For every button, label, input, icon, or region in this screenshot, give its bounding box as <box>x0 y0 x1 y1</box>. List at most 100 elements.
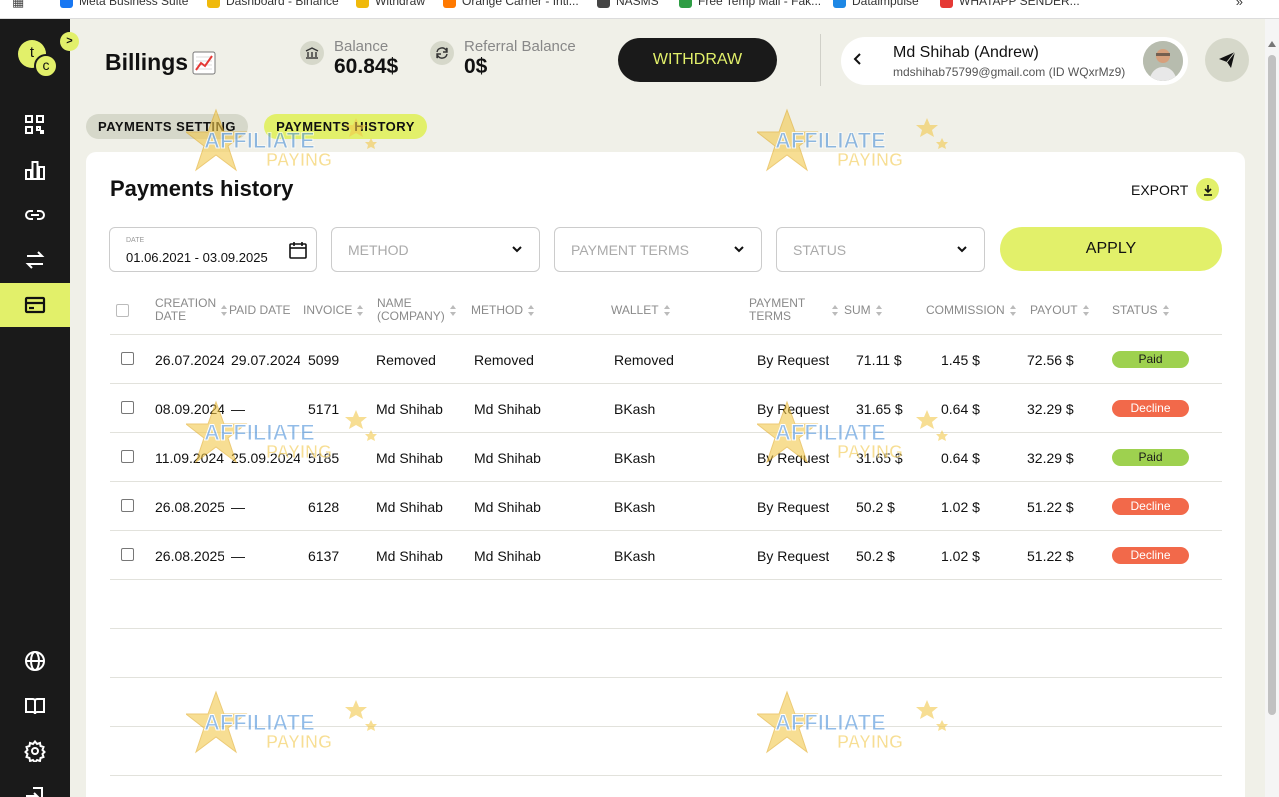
balance-block: Balance 60.84$ <box>300 38 398 79</box>
referral-balance-block: Referral Balance 0$ <box>430 38 576 79</box>
sidebar-item-language[interactable] <box>0 639 70 683</box>
bookmark-item[interactable]: Dashboard - Binance <box>207 0 339 8</box>
calendar-icon[interactable] <box>288 240 308 265</box>
sidebar-item-links[interactable] <box>0 193 70 237</box>
cell-method: Md Shihab <box>474 499 541 515</box>
telegram-button[interactable] <box>1205 38 1249 82</box>
export-button[interactable]: EXPORT <box>1131 178 1220 201</box>
column-header-payment-terms[interactable]: PAYMENT TERMS <box>749 297 839 323</box>
tab-payments-history[interactable]: PAYMENTS HISTORY <box>264 114 427 139</box>
payment-terms-select[interactable]: PAYMENT TERMS <box>554 227 762 272</box>
method-select[interactable]: METHOD <box>331 227 540 272</box>
row-checkbox[interactable] <box>121 401 134 414</box>
column-header-invoice[interactable]: INVOICE <box>303 304 364 317</box>
column-header-sum[interactable]: SUM <box>844 304 883 317</box>
column-header-name-company[interactable]: NAME (COMPANY) <box>377 297 457 323</box>
chevron-down-icon <box>733 242 745 260</box>
table-row: 26.07.2024 29.07.2024 5099 Removed Removed Re… <box>0 335 1279 384</box>
select-all-checkbox[interactable] <box>116 304 129 317</box>
column-header-status[interactable]: STATUS <box>1112 304 1170 317</box>
balance-value: 60.84$ <box>334 55 399 78</box>
column-header-commission[interactable]: COMMISSION <box>926 304 1017 317</box>
cell-commission: 1.02 $ <box>941 499 980 515</box>
sidebar-item-dashboard[interactable] <box>0 103 70 147</box>
row-checkbox[interactable] <box>121 352 134 365</box>
cell-sum: 50.2 $ <box>856 499 895 515</box>
bookmark-label: Meta Business Suite <box>79 0 189 8</box>
logo[interactable]: t c <box>18 40 58 80</box>
date-range-field[interactable]: DATE 01.06.2021 - 03.09.2025 <box>109 227 317 272</box>
sort-icon[interactable] <box>1009 305 1017 316</box>
page-scrollbar[interactable] <box>1265 19 1279 797</box>
column-header-label: WALLET <box>611 304 659 317</box>
apply-button[interactable]: APPLY <box>1000 227 1222 271</box>
chevron-down-icon <box>956 242 968 260</box>
column-header-line: DATE <box>155 309 187 323</box>
sort-icon[interactable] <box>528 305 535 316</box>
grid-icon <box>25 115 44 134</box>
scroll-up-arrow[interactable] <box>1268 41 1276 47</box>
sort-icon[interactable] <box>1162 305 1170 316</box>
column-header-line: PAYOUT <box>1030 303 1078 317</box>
row-checkbox[interactable] <box>121 548 134 561</box>
sidebar-item-logout[interactable] <box>0 774 70 797</box>
sidebar-item-docs[interactable] <box>0 684 70 728</box>
column-header-line: COMMISSION <box>926 303 1005 317</box>
bookmark-item[interactable]: Withdraw <box>356 0 425 8</box>
user-name: Md Shihab (Andrew) <box>893 44 1039 61</box>
cell-name: Md Shihab <box>376 548 443 564</box>
sort-icon[interactable] <box>875 305 883 316</box>
apps-icon[interactable]: ▦ <box>12 0 24 10</box>
column-header-creation-date[interactable]: CREATION DATE <box>155 297 228 323</box>
globe-icon <box>25 651 45 671</box>
sort-icon[interactable] <box>663 305 671 316</box>
sort-icon[interactable] <box>221 304 228 316</box>
cell-wallet: BKash <box>614 548 656 564</box>
sidebar-item-settings[interactable] <box>0 729 70 773</box>
bookmark-item[interactable]: WHATAPP SENDER... <box>940 0 1080 8</box>
column-header-line: TERMS <box>749 309 791 323</box>
column-header-label: PAID DATE <box>229 304 291 317</box>
column-header-wallet[interactable]: WALLET <box>611 304 671 317</box>
column-header-label: PAYOUT <box>1030 304 1078 317</box>
cell-payout: 72.56 $ <box>1027 352 1074 368</box>
column-header-payout[interactable]: PAYOUT <box>1030 304 1090 317</box>
sidebar-toggle-button[interactable]: > <box>60 32 79 51</box>
sort-icon[interactable] <box>1082 305 1090 316</box>
column-header-line: SUM <box>844 303 871 317</box>
column-header-method[interactable]: METHOD <box>471 304 535 317</box>
cell-created: 26.08.2025 <box>155 499 224 515</box>
bookmark-item[interactable]: Meta Business Suite <box>60 0 188 8</box>
tab-payments-setting[interactable]: PAYMENTS SETTING <box>86 114 248 139</box>
bookmark-item[interactable]: Dataimpulse <box>833 0 919 8</box>
avatar[interactable] <box>1143 41 1183 81</box>
withdraw-button[interactable]: WITHDRAW <box>618 38 777 82</box>
sort-icon[interactable] <box>449 304 457 316</box>
sidebar-item-transfers[interactable] <box>0 238 70 282</box>
scrollbar-thumb[interactable] <box>1268 55 1276 715</box>
cell-payout: 32.29 $ <box>1027 450 1074 466</box>
table-divider <box>110 628 1222 629</box>
table-divider <box>110 775 1222 776</box>
bookmark-item[interactable]: Orange Carrier - Intl... <box>443 0 579 8</box>
status-select[interactable]: STATUS <box>776 227 985 272</box>
cell-terms: By Request <box>757 352 830 368</box>
method-placeholder: METHOD <box>348 242 409 258</box>
chevron-left-icon[interactable] <box>851 49 865 72</box>
bookmark-item[interactable]: NASMS <box>597 0 659 8</box>
sidebar-item-billings[interactable] <box>0 283 70 327</box>
sidebar-item-statistics[interactable] <box>0 148 70 192</box>
row-checkbox[interactable] <box>121 499 134 512</box>
bookmark-favicon-icon <box>597 0 610 8</box>
bookmark-favicon-icon <box>443 0 456 8</box>
bookmark-item[interactable]: Free Temp Mail - Fak... <box>679 0 821 8</box>
cell-method: Removed <box>474 352 534 368</box>
sort-icon[interactable] <box>832 304 839 316</box>
cell-commission: 1.45 $ <box>941 352 980 368</box>
gear-icon <box>24 740 46 762</box>
user-card[interactable]: Md Shihab (Andrew) mdshihab75799@gmail.c… <box>841 37 1188 85</box>
sort-icon[interactable] <box>357 305 364 316</box>
row-checkbox[interactable] <box>121 450 134 463</box>
bookmark-label: Dashboard - Binance <box>226 0 339 8</box>
bookmarks-overflow-button[interactable]: » <box>1236 0 1243 9</box>
